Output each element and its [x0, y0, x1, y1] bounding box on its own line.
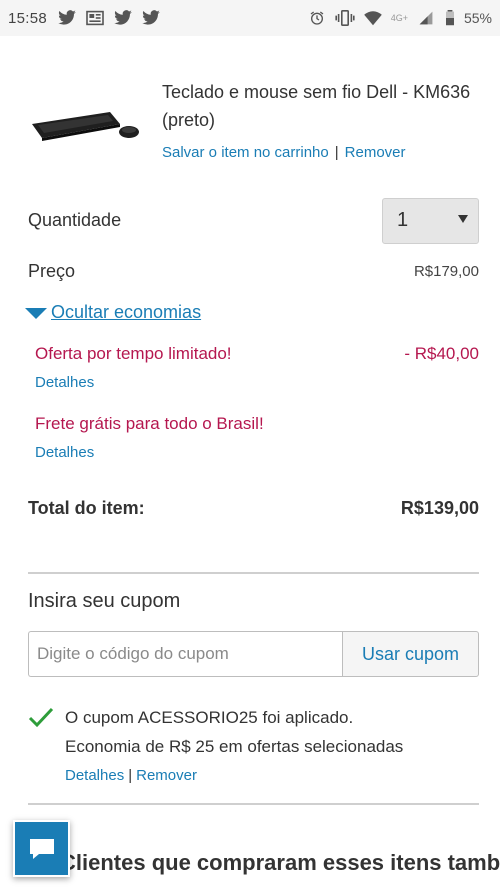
network-type: 4G+: [390, 13, 408, 23]
chat-bubble-icon: [29, 838, 54, 859]
divider: [28, 572, 479, 574]
alarm-icon: [310, 11, 324, 25]
save-for-later-link[interactable]: Salvar o item no carrinho: [162, 144, 329, 161]
chat-button[interactable]: [13, 820, 70, 877]
vibrate-icon: [335, 10, 355, 26]
quantity-label: Quantidade: [28, 210, 122, 230]
caret-down-icon: [458, 215, 468, 223]
coupon-actions: Detalhes | Remover: [65, 767, 197, 784]
checkmark-icon: [28, 707, 54, 728]
news-icon: [86, 10, 104, 26]
recommendations-heading: Clientes que compraram esses itens també…: [60, 850, 500, 875]
coupon-applied-message: O cupom ACESSORIO25 foi aplicado.: [65, 708, 354, 727]
product-image[interactable]: [28, 102, 143, 147]
apply-coupon-button[interactable]: Usar cupom: [342, 631, 479, 677]
separator: |: [334, 144, 339, 161]
status-time: 15:58: [8, 9, 48, 27]
twitter-icon: [142, 10, 160, 25]
coupon-details-link[interactable]: Detalhes: [65, 767, 124, 784]
mouse-icon: [119, 126, 139, 138]
offer-title: Oferta por tempo limitado!: [35, 344, 232, 363]
twitter-icon: [114, 10, 132, 25]
hide-savings-label: Ocultar economias: [51, 302, 202, 322]
offer-details-link[interactable]: Detalhes: [35, 444, 94, 461]
price-value: R$179,00: [413, 263, 479, 280]
battery-icon: [445, 10, 454, 26]
product-title[interactable]: Teclado e mouse sem fio Dell - KM636 (pr…: [162, 78, 497, 134]
separator: |: [128, 767, 133, 784]
remove-link[interactable]: Remover: [345, 144, 406, 161]
price-label: Preço: [28, 261, 76, 281]
twitter-icon: [58, 10, 76, 25]
cart-item: Teclado e mouse sem fio Dell - KM636 (pr…: [0, 72, 500, 182]
quantity-value: 1: [397, 209, 409, 231]
quantity-select[interactable]: 1: [382, 198, 479, 244]
coupon-savings-message: Economia de R$ 25 em ofertas selecionada…: [65, 737, 404, 756]
triangle-down-icon: [25, 308, 47, 319]
offer-details-link[interactable]: Detalhes: [35, 374, 94, 391]
battery-percent: 55%: [463, 10, 492, 26]
keyboard-icon: [32, 112, 120, 141]
coupon-code-input[interactable]: [28, 631, 343, 677]
offer-title: Frete grátis para todo o Brasil!: [35, 414, 264, 433]
item-total-value: R$139,00: [400, 498, 479, 518]
signal-icon: [419, 11, 433, 25]
coupon-heading: Insira seu cupom: [28, 590, 181, 612]
item-total-label: Total do item:: [28, 498, 145, 518]
offer-amount: - R$40,00: [404, 344, 479, 363]
wifi-icon: [363, 11, 382, 26]
coupon-remove-link[interactable]: Remover: [136, 767, 197, 784]
product-actions: Salvar o item no carrinho | Remover: [162, 144, 406, 161]
divider: [28, 803, 479, 805]
hide-savings-toggle[interactable]: Ocultar economias: [25, 302, 201, 323]
status-bar: 15:58 4G+ 55%: [0, 0, 500, 36]
